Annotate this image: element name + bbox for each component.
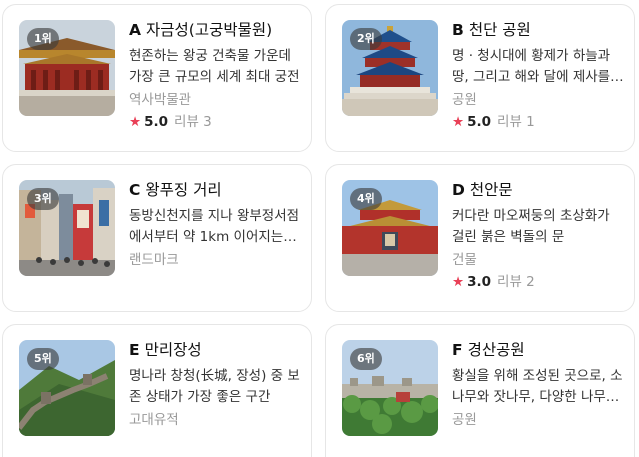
- map-marker-letter: D: [452, 181, 465, 199]
- rank-badge: 1위: [27, 28, 59, 50]
- review-label: 리뷰: [174, 114, 199, 130]
- attraction-card[interactable]: 2위 B 천단 공원 명 · 청시대에 황제가 하늘과 땅, 그리고 해와 달에 …: [325, 4, 635, 152]
- attraction-photo[interactable]: 5위: [19, 340, 115, 436]
- attraction-category: 역사박물관: [129, 92, 192, 108]
- attraction-name[interactable]: 만리장성: [145, 341, 202, 359]
- attraction-name[interactable]: 경산공원: [468, 341, 525, 359]
- star-icon: ★: [129, 114, 142, 130]
- rank-badge: 5위: [27, 348, 59, 370]
- attraction-card[interactable]: 5위 E 만리장성 명나라 창청(长城, 장성) 중 보존 상태가 가장 좋은 구…: [2, 324, 312, 457]
- attraction-category: 공원: [452, 412, 477, 428]
- attraction-description: 현존하는 왕궁 건축물 가운데 가장 큰 규모의 세계 최대 궁전: [129, 48, 300, 85]
- rank-badge: 2위: [350, 28, 382, 50]
- attraction-photo[interactable]: 1위: [19, 20, 115, 116]
- attraction-title[interactable]: B 천단 공원: [452, 19, 624, 41]
- review-count: 1: [526, 114, 535, 130]
- attraction-name[interactable]: 천단 공원: [469, 21, 531, 39]
- attraction-category: 랜드마크: [129, 252, 179, 268]
- attraction-name[interactable]: 왕푸징 거리: [145, 181, 221, 199]
- rating-row: ★ 3.0 리뷰 2: [452, 272, 624, 292]
- review-count: 2: [526, 274, 535, 290]
- map-marker-letter: A: [129, 21, 141, 39]
- attraction-photo[interactable]: 4위: [342, 180, 438, 276]
- attraction-info: E 만리장성 명나라 창청(长城, 장성) 중 보존 상태가 가장 좋은 구간 고…: [129, 339, 301, 430]
- attraction-name[interactable]: 자금성(고궁박물원): [146, 21, 272, 39]
- attraction-card[interactable]: 1위 A 자금성(고궁박물원) 현존하는 왕궁 건축물 가운데 가장 큰 규모의 …: [2, 4, 312, 152]
- attraction-info: B 천단 공원 명 · 청시대에 황제가 하늘과 땅, 그리고 해와 달에 제사를…: [452, 19, 624, 132]
- map-marker-letter: E: [129, 341, 140, 359]
- review-count: 3: [203, 114, 212, 130]
- rank-badge: 4위: [350, 188, 382, 210]
- attraction-category: 건물: [452, 252, 477, 268]
- rating-score: 5.0: [144, 114, 169, 130]
- attraction-card[interactable]: 4위 D 천안문 커다란 마오쩌둥의 초상화가 걸린 붉은 벽돌의 문 건물 ★ 3…: [325, 164, 635, 312]
- attraction-photo[interactable]: 2위: [342, 20, 438, 116]
- rank-badge: 3위: [27, 188, 59, 210]
- review-label: 리뷰: [497, 274, 522, 290]
- attraction-info: D 천안문 커다란 마오쩌둥의 초상화가 걸린 붉은 벽돌의 문 건물 ★ 3.0 리…: [452, 179, 624, 292]
- attraction-description: 동방신천지를 지나 왕부정서점에서부터 약 1km 이어지는 거리: [129, 208, 300, 245]
- map-marker-letter: F: [452, 341, 463, 359]
- attraction-title[interactable]: F 경산공원: [452, 339, 624, 361]
- attraction-card[interactable]: 3위 C 왕푸징 거리 동방신천지를 지나 왕부정서점에서부터 약 1km 이어지…: [2, 164, 312, 312]
- attraction-category: 공원: [452, 92, 477, 108]
- attraction-title[interactable]: E 만리장성: [129, 339, 301, 361]
- rating-row: ★ 5.0 리뷰 1: [452, 112, 624, 132]
- review-label: 리뷰: [497, 114, 522, 130]
- attraction-description: 명 · 청시대에 황제가 하늘과 땅, 그리고 해와 달에 제사를 지내던 곳: [452, 48, 611, 85]
- attraction-info: F 경산공원 황실을 위해 조성된 곳으로, 소나무와 잣나무, 다양한 나무가 …: [452, 339, 624, 430]
- star-icon: ★: [452, 114, 465, 130]
- attraction-photo[interactable]: 6위: [342, 340, 438, 436]
- rating-score: 3.0: [467, 274, 492, 290]
- map-marker-letter: C: [129, 181, 141, 199]
- attraction-title[interactable]: D 천안문: [452, 179, 624, 201]
- attraction-name[interactable]: 천안문: [470, 181, 513, 199]
- attraction-photo[interactable]: 3위: [19, 180, 115, 276]
- attraction-info: A 자금성(고궁박물원) 현존하는 왕궁 건축물 가운데 가장 큰 규모의 세계 …: [129, 19, 301, 132]
- map-marker-letter: B: [452, 21, 464, 39]
- rating-score: 5.0: [467, 114, 492, 130]
- rank-badge: 6위: [350, 348, 382, 370]
- attraction-description: 커다란 마오쩌둥의 초상화가 걸린 붉은 벽돌의 문: [452, 208, 610, 245]
- attraction-title[interactable]: A 자금성(고궁박물원): [129, 19, 301, 41]
- attraction-category: 고대유적: [129, 412, 179, 428]
- attraction-info: C 왕푸징 거리 동방신천지를 지나 왕부정서점에서부터 약 1km 이어지는 거…: [129, 179, 301, 270]
- attraction-description: 명나라 창청(长城, 장성) 중 보존 상태가 가장 좋은 구간: [129, 368, 300, 405]
- attraction-card[interactable]: 6위 F 경산공원 황실을 위해 조성된 곳으로, 소나무와 잣나무, 다양한 나…: [325, 324, 635, 457]
- attraction-title[interactable]: C 왕푸징 거리: [129, 179, 301, 201]
- attraction-description: 황실을 위해 조성된 곳으로, 소나무와 잣나무, 다양한 나무가 있는 곳: [452, 368, 623, 405]
- attraction-card-grid: 1위 A 자금성(고궁박물원) 현존하는 왕궁 건축물 가운데 가장 큰 규모의 …: [0, 0, 639, 457]
- star-icon: ★: [452, 274, 465, 290]
- rating-row: ★ 5.0 리뷰 3: [129, 112, 301, 132]
